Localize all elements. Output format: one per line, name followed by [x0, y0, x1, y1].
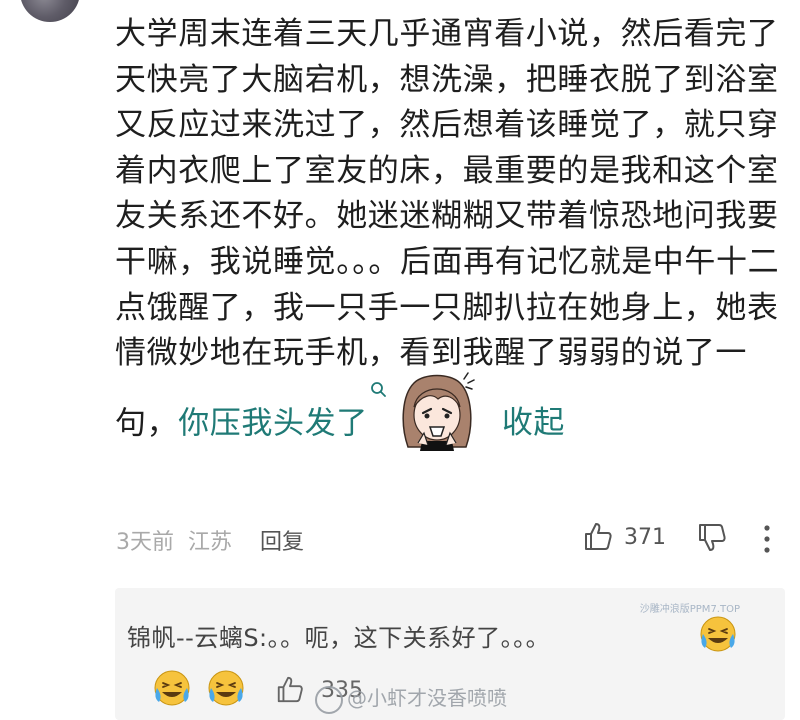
more-options-icon[interactable] [762, 524, 772, 554]
like-count: 371 [624, 525, 666, 550]
reply-preview-box[interactable]: 沙雕冲浪版PPM7.TOP 锦帆--云螭S:。。呃，这下关系好了。。。 335 … [115, 588, 785, 720]
crying-laughing-emoji-icon [154, 670, 190, 706]
reply-button[interactable]: 回复 [260, 524, 304, 556]
comment-text: 大学周末连着三天几乎通宵看小说，然后看完了天快亮了大脑宕机，想洗澡，把睡衣脱了到… [115, 12, 785, 472]
crying-laughing-emoji-icon [208, 670, 244, 706]
watermark-text: @小虾才没香喷喷 [347, 686, 507, 710]
comment-location: 江苏 [188, 530, 233, 555]
collapse-link[interactable]: 收起 [502, 405, 565, 441]
thumbs-down-icon[interactable] [696, 522, 728, 554]
reply-text: 锦帆--云螭S:。。呃，这下关系好了。。。 [127, 624, 551, 652]
anime-girl-sticker-icon [394, 369, 480, 465]
watermark-top: 沙雕冲浪版PPM7.TOP [639, 604, 740, 615]
thumbs-up-icon[interactable] [582, 520, 614, 552]
thumbs-up-icon[interactable] [275, 674, 305, 704]
watermark-main: @小虾才没香喷喷 [315, 682, 507, 714]
search-icon[interactable] [370, 381, 388, 401]
user-avatar[interactable] [20, 0, 80, 22]
comment-meta-bar: 3天前 江苏 回复 371 [116, 520, 786, 560]
crying-laughing-emoji-icon [700, 616, 736, 652]
comment-date: 3天前 [116, 530, 174, 555]
highlighted-quote[interactable]: 你压我头发了 [178, 405, 368, 441]
comment-body: 大学周末连着三天几乎通宵看小说，然后看完了天快亮了大脑宕机，想洗澡，把睡衣脱了到… [115, 12, 785, 472]
weibo-logo-icon [315, 685, 343, 714]
